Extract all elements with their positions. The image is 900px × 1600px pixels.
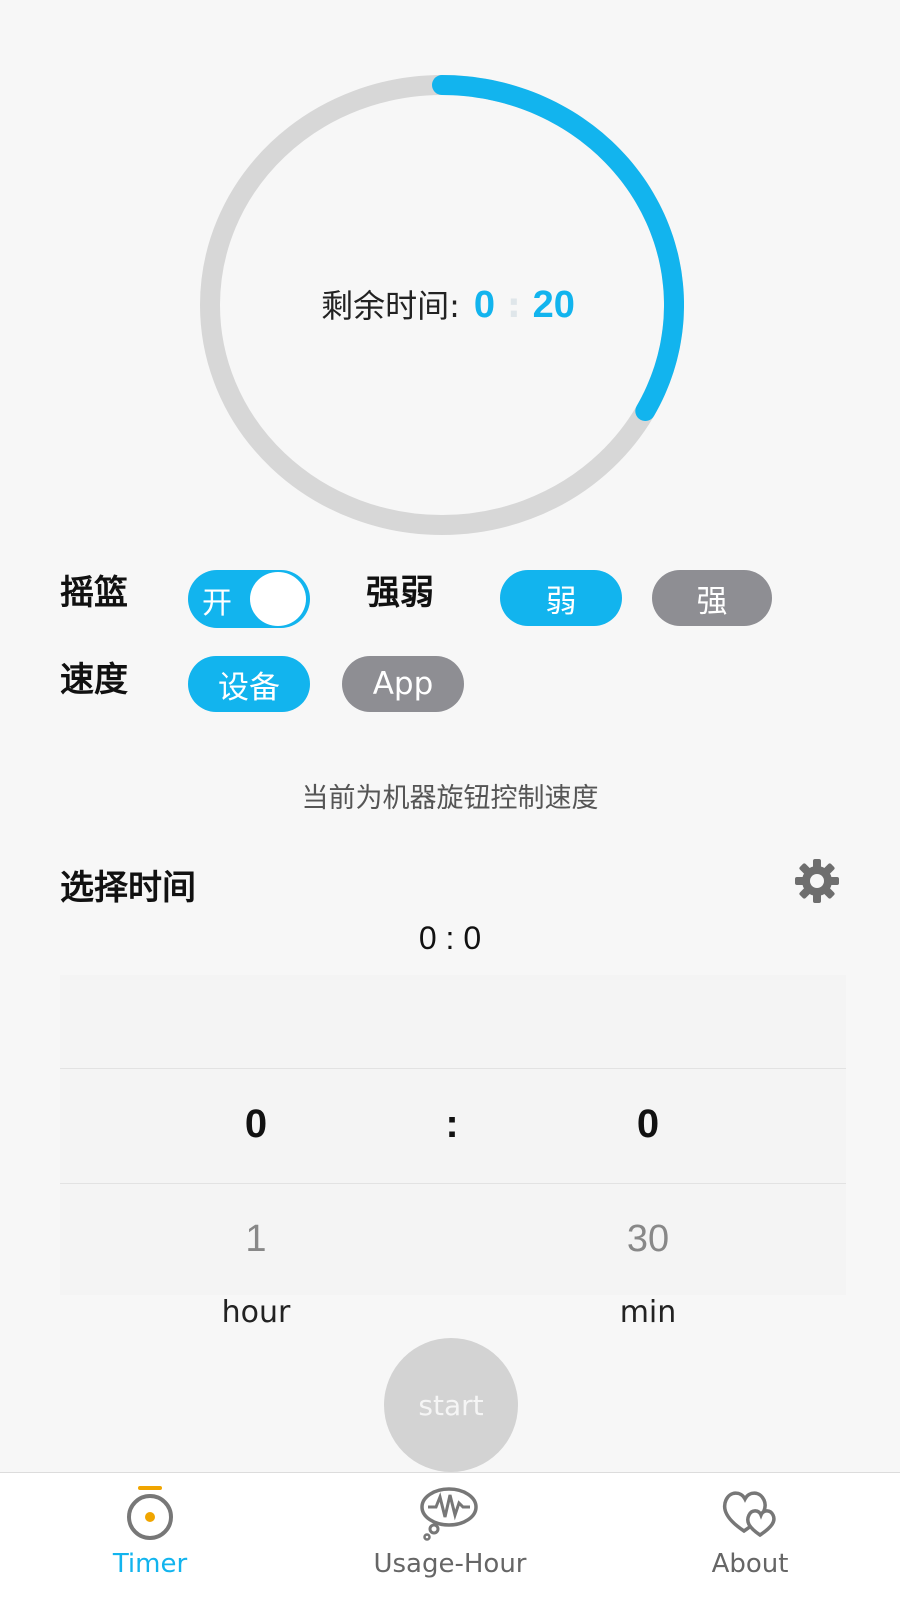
tab-about[interactable]: About — [640, 1473, 860, 1600]
picker-divider-bottom — [60, 1183, 846, 1184]
cradle-toggle-text: 开 — [202, 586, 232, 621]
speed-hint-text: 当前为机器旋钮控制速度 — [301, 783, 599, 814]
hour-picker-next[interactable]: 1 — [196, 1218, 316, 1261]
cradle-toggle[interactable]: 开 — [188, 570, 310, 628]
usage-hour-icon — [420, 1487, 478, 1541]
hour-unit-label: hour — [221, 1295, 291, 1330]
speed-device-button[interactable]: 设备 — [188, 656, 310, 712]
countdown-ring: 剩余时间: 0 : 20 — [200, 73, 696, 539]
remaining-time-label: 剩余时间: — [321, 287, 460, 325]
cradle-label: 摇篮 — [60, 573, 128, 613]
selected-time-value: 0 : 0 — [418, 920, 482, 956]
picker-separator: : — [445, 1102, 459, 1146]
strength-strong-button[interactable]: 强 — [652, 570, 772, 626]
about-heart-icon — [722, 1491, 776, 1538]
strength-label: 强弱 — [366, 573, 434, 613]
ring-progress — [432, 75, 684, 421]
strength-weak-button[interactable]: 弱 — [500, 570, 622, 626]
remaining-separator: : — [507, 286, 521, 326]
cradle-toggle-knob — [250, 572, 306, 626]
bottom-tab-bar: Timer Usage-Hour About — [0, 1472, 900, 1600]
start-button[interactable]: start — [384, 1338, 518, 1472]
tab-usage-hour-label: Usage-Hour — [373, 1549, 527, 1579]
hour-picker-selected[interactable]: 0 — [196, 1102, 316, 1147]
speed-app-button[interactable]: App — [342, 656, 464, 712]
remaining-seconds: 20 — [532, 284, 575, 326]
minute-unit-label: min — [619, 1295, 677, 1330]
minute-picker-next[interactable]: 30 — [588, 1218, 708, 1261]
timer-icon — [127, 1486, 173, 1540]
picker-divider-top — [60, 1068, 846, 1069]
select-time-title: 选择时间 — [60, 868, 196, 908]
remaining-minutes: 0 — [473, 284, 496, 326]
minute-picker-selected[interactable]: 0 — [588, 1102, 708, 1147]
speed-label: 速度 — [60, 660, 128, 700]
tab-timer[interactable]: Timer — [40, 1473, 260, 1600]
tab-about-label: About — [711, 1549, 789, 1579]
remaining-time: 剩余时间: 0 : 20 — [200, 281, 696, 327]
tab-usage-hour[interactable]: Usage-Hour — [340, 1473, 560, 1600]
tab-timer-label: Timer — [112, 1549, 188, 1579]
gear-icon[interactable] — [794, 858, 840, 904]
